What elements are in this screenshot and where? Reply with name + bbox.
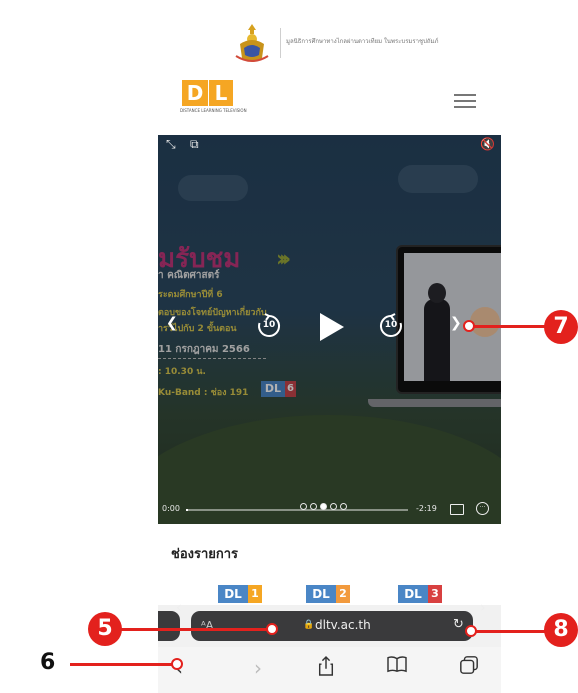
forward-icon[interactable]: › [245, 655, 271, 681]
mute-icon[interactable]: 🔇 [480, 137, 495, 151]
page-dot[interactable] [330, 503, 337, 510]
dltv-logo[interactable]: D L DISTANCE LEARNING TELEVISION [180, 80, 247, 122]
pip-toggle-icon[interactable]: ⧉ [190, 137, 199, 152]
video-player[interactable]: มรับชม ››› า คณิตศาสตร์ ระดมศึกษาปีที่ 6… [158, 135, 501, 524]
playback-controls: ❮ 10 10 ❯ [158, 307, 501, 347]
callout-8-line [472, 630, 550, 633]
next-icon[interactable]: ❯ [450, 315, 462, 331]
share-icon[interactable] [313, 655, 339, 681]
logo-l-letter: L [209, 80, 233, 106]
progress-track[interactable] [186, 509, 408, 511]
callout-5-dot [266, 623, 278, 635]
royal-emblem-icon [235, 24, 269, 62]
safari-address-area: ᴬA 🔒 dltv.ac.th ↻ [158, 605, 501, 647]
site-header: มูลนิธิการศึกษาทางไกลผ่านดาวเทียม ในพระบ… [158, 0, 501, 135]
skip-forward-10-icon[interactable]: 10 [378, 313, 404, 339]
hamburger-icon[interactable] [454, 94, 476, 108]
foundation-name: มูลนิธิการศึกษาทางไกลผ่านดาวเทียม ในพระบ… [286, 38, 439, 45]
previous-icon[interactable]: ❮ [166, 315, 178, 331]
slide-page-dots[interactable] [300, 503, 347, 510]
page-dot[interactable] [340, 503, 347, 510]
logo-d-letter: D [182, 80, 208, 106]
airplay-icon[interactable] [450, 504, 464, 515]
more-options-icon[interactable]: ··· [476, 502, 489, 515]
reload-icon[interactable]: ↻ [453, 617, 464, 632]
callout-7-dot [463, 320, 475, 332]
logo-caption: DISTANCE LEARNING TELEVISION [180, 108, 247, 113]
page-dot[interactable] [300, 503, 307, 510]
callout-6-label: 6 [40, 650, 56, 675]
bookmarks-icon[interactable] [384, 655, 410, 681]
url-text[interactable]: dltv.ac.th [315, 618, 371, 632]
lock-icon: 🔒 [303, 620, 315, 630]
callout-6-dot [171, 658, 183, 670]
callout-5-line [121, 628, 273, 631]
phone-screen: มูลนิธิการศึกษาทางไกลผ่านดาวเทียม ในพระบ… [158, 0, 501, 693]
page-dot[interactable] [310, 503, 317, 510]
tabs-icon[interactable] [456, 655, 482, 681]
callout-7-badge: 7 [544, 310, 578, 344]
fullscreen-icon[interactable]: ⤡ [166, 137, 176, 152]
skip-back-10-icon[interactable]: 10 [256, 313, 282, 339]
play-icon[interactable] [316, 311, 346, 343]
scrub-bar[interactable]: 0:00 -2:19 ··· [158, 496, 501, 524]
page-dot-active[interactable] [320, 503, 327, 510]
callout-8-badge: 8 [544, 613, 578, 647]
callout-5-badge: 5 [88, 612, 122, 646]
time-elapsed: 0:00 [162, 504, 180, 513]
channel-1-logo[interactable]: DL 1 [218, 585, 262, 603]
safari-toolbar: ‹ › [158, 647, 501, 693]
time-remaining: -2:19 [416, 504, 437, 513]
address-bar[interactable]: ᴬA 🔒 dltv.ac.th ↻ [191, 611, 473, 641]
header-divider [280, 28, 281, 58]
progress-fill [186, 509, 189, 511]
channel-3-logo[interactable]: DL 3 [398, 585, 442, 603]
previous-tab-chip[interactable] [158, 611, 180, 641]
callout-6-line [70, 663, 178, 666]
callout-7-line [470, 325, 552, 328]
channel-list-heading: ช่องรายการ [171, 547, 239, 562]
channel-2-logo[interactable]: DL 2 [306, 585, 350, 603]
callout-8-dot [465, 625, 477, 637]
